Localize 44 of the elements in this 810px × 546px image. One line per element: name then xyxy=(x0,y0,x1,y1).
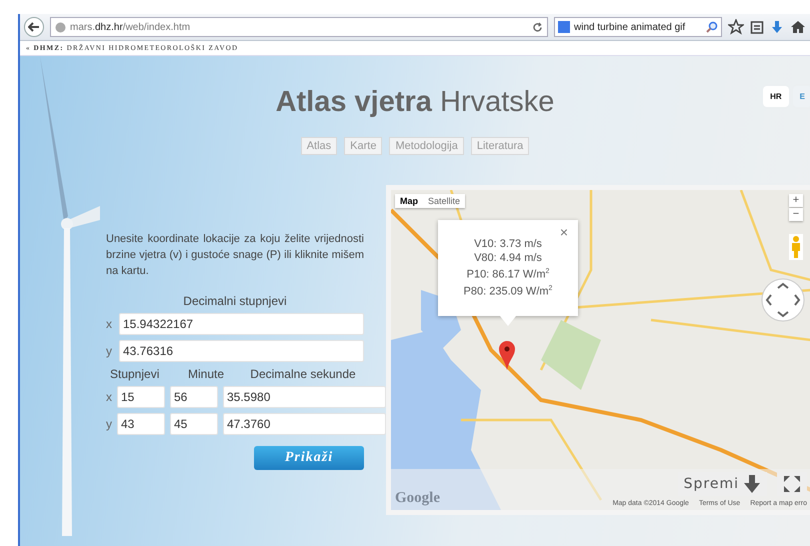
map-type-tab[interactable]: Satellite xyxy=(423,194,466,208)
degrees-input[interactable]: 43 xyxy=(117,413,165,435)
down-arrow-icon xyxy=(743,475,761,493)
map-pin-icon[interactable] xyxy=(498,340,516,370)
search-text: wind turbine animated gif xyxy=(574,22,686,32)
back-arrow-icon xyxy=(28,22,40,32)
seconds-input[interactable]: 35.5980 xyxy=(223,386,386,408)
map-logo: Google xyxy=(395,490,440,507)
wind-value-text: V10: 3.73 m/s xyxy=(474,237,542,252)
back-button[interactable] xyxy=(24,17,44,37)
language-button[interactable]: HR xyxy=(763,86,789,107)
axis-label: x xyxy=(106,317,113,331)
column-heading: Decimalne sekunde xyxy=(249,367,357,381)
column-heading: Stupnjevi xyxy=(110,367,160,381)
coordinate-input[interactable]: 43.76316 xyxy=(119,340,364,362)
zoom-in-button[interactable]: + xyxy=(789,194,803,207)
coordinate-input[interactable]: 15.94322167 xyxy=(119,313,364,335)
pan-control-icon[interactable] xyxy=(761,278,805,322)
axis-label: x xyxy=(106,390,112,404)
seconds-input[interactable]: 47.3760 xyxy=(223,413,386,435)
column-heading: Minute xyxy=(186,367,226,381)
star-icon[interactable] xyxy=(728,19,744,35)
axis-label: y xyxy=(106,344,113,358)
minutes-input[interactable]: 56 xyxy=(170,386,218,408)
wind-value-text: P80: 235.09 W/m$^{2}$ xyxy=(464,284,552,299)
zoom-out-button[interactable]: − xyxy=(789,208,803,221)
page-title: Atlas vjetra Hrvatske xyxy=(276,86,554,119)
axis-label: y xyxy=(106,417,112,431)
reload-icon[interactable] xyxy=(532,22,543,32)
home-icon[interactable] xyxy=(790,20,806,34)
address-bar[interactable]: mars.dhz.hr/web/index.htm xyxy=(50,17,548,37)
search-icon[interactable] xyxy=(706,21,718,33)
wind-value-text: P10: 86.17 W/m$^{2}$ xyxy=(466,267,550,282)
degrees-input[interactable]: 15 xyxy=(117,386,165,408)
minutes-input[interactable]: 45 xyxy=(170,413,218,435)
url-text: mars.dhz.hr/web/index.htm xyxy=(70,22,190,32)
fullscreen-icon xyxy=(783,475,801,493)
close-button[interactable]: × xyxy=(560,224,568,240)
map-type-tab[interactable]: Map xyxy=(395,194,423,208)
download-icon[interactable] xyxy=(770,20,784,34)
instructions-text: Unesite koordinate lokacije za koju želite vrijednosti brzine vjetra (v) i gustoće snage (P) ili kliknite mišem na kartu. xyxy=(106,232,364,279)
decimal-heading: Decimalni stupnjevi xyxy=(182,294,288,308)
search-field[interactable]: wind turbine animated gif xyxy=(554,17,722,37)
wind-value-text: V80: 4.94 m/s xyxy=(474,251,542,266)
